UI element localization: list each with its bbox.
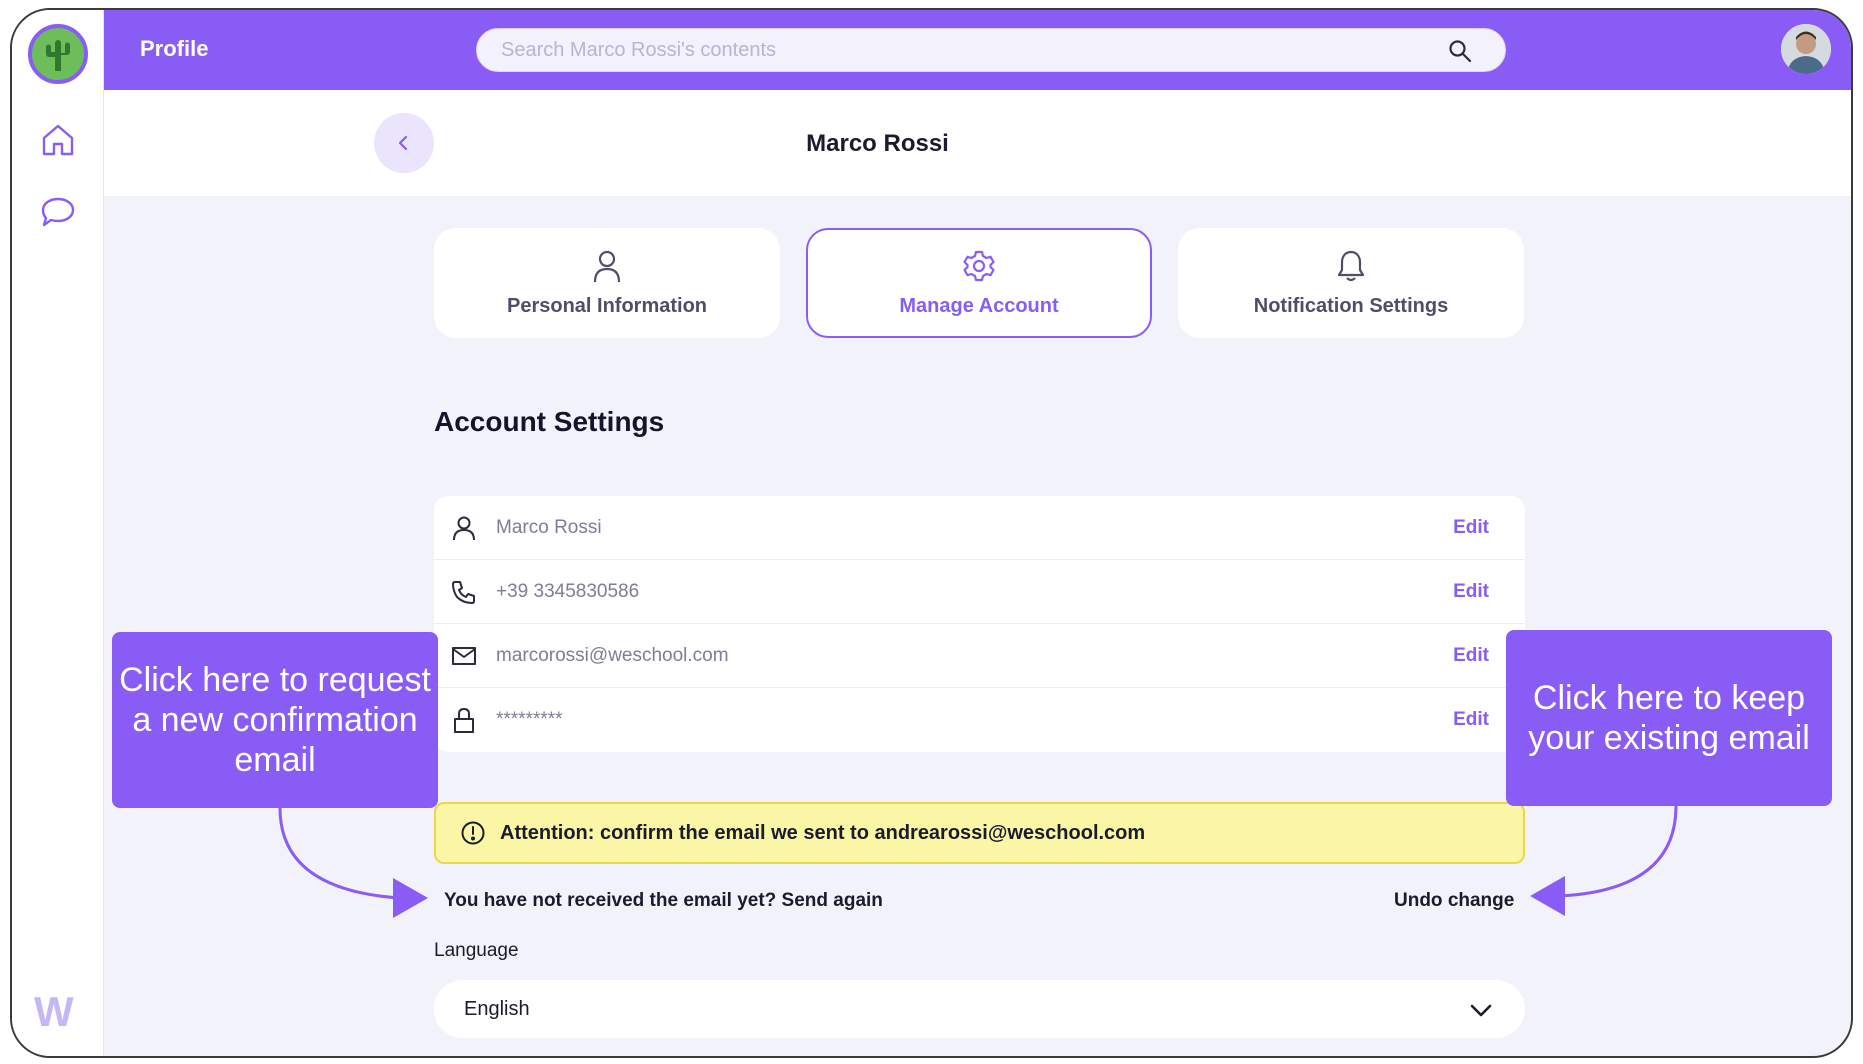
phone-value: +39 3345830586 [496,580,640,602]
sidebar: W [12,10,104,1056]
gear-icon [963,250,995,281]
user-icon [593,250,621,282]
account-settings-card: Marco Rossi Edit +39 3345830586 Edit mar… [434,496,1525,752]
tab-label: Manage Account [899,294,1059,317]
edit-email-button[interactable]: Edit [1453,645,1489,667]
edit-phone-button[interactable]: Edit [1453,581,1489,603]
callout-resend: Click here to request a new confirmation… [112,632,438,808]
language-label: Language [434,940,519,961]
mail-icon [450,642,478,670]
edit-password-button[interactable]: Edit [1453,709,1489,731]
group-avatar[interactable] [28,24,88,84]
info-icon [461,821,485,845]
callout-undo: Click here to keep your existing email [1506,630,1832,806]
chat-icon[interactable] [36,190,80,234]
chevron-down-icon [1470,1004,1492,1017]
tab-manage-account[interactable]: Manage Account [806,228,1152,338]
password-value: ********* [496,709,563,730]
settings-row-name: Marco Rossi Edit [434,496,1525,560]
undo-change-link[interactable]: Undo change [1394,890,1514,912]
page-header: Marco Rossi [104,90,1851,196]
tab-label: Personal Information [506,294,708,317]
top-bar-title: Profile [140,36,209,61]
brand-logo: W [34,988,74,1035]
edit-name-button[interactable]: Edit [1453,517,1489,539]
top-bar: Profile [104,10,1851,90]
page-title: Marco Rossi [806,130,949,157]
tab-notification-settings[interactable]: Notification Settings [1178,228,1524,338]
email-confirmation-alert: Attention: confirm the email we sent to … [434,802,1525,864]
settings-row-email: marcorossi@weschool.com Edit [434,624,1525,688]
settings-row-password: ********* Edit [434,688,1525,752]
app-window: W Profile Marco Ros [10,8,1853,1058]
settings-row-phone: +39 3345830586 Edit [434,560,1525,624]
bell-icon [1337,250,1365,281]
email-value: marcorossi@weschool.com [496,644,729,666]
search-icon[interactable] [1447,38,1473,69]
lock-icon [450,706,478,734]
section-title: Account Settings [434,406,665,437]
name-value: Marco Rossi [496,516,602,538]
search-input[interactable] [477,29,1437,71]
search-bar [476,28,1506,72]
cactus-icon [46,40,70,71]
language-select[interactable]: English [434,980,1525,1038]
tab-personal-information[interactable]: Personal Information [434,228,780,338]
language-value: English [464,997,530,1020]
send-again-link[interactable]: You have not received the email yet? Sen… [444,890,883,912]
alert-text: Attention: confirm the email we sent to … [500,821,1146,844]
home-icon[interactable] [36,118,80,162]
user-avatar[interactable] [1781,24,1831,74]
phone-icon [450,578,478,606]
tab-label: Notification Settings [1253,294,1449,317]
user-icon [450,514,478,542]
